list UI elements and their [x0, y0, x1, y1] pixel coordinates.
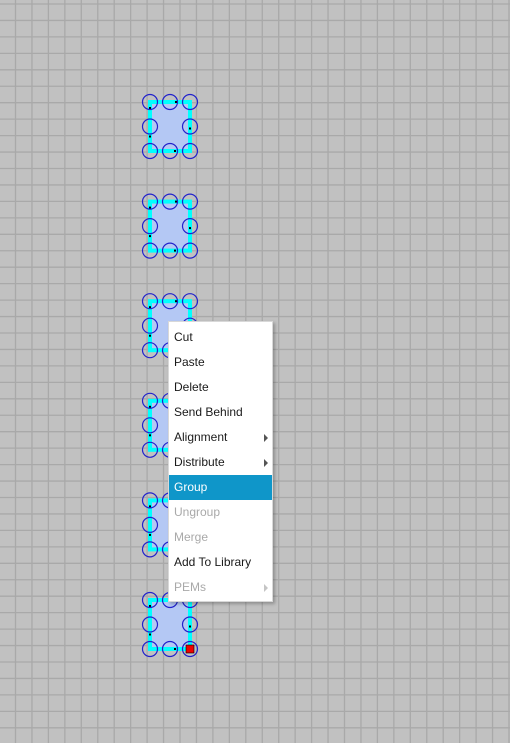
- menu-item-label: Paste: [174, 355, 205, 369]
- outline-dot: [189, 127, 191, 130]
- menu-item-send-behind[interactable]: Send Behind: [169, 400, 272, 425]
- outline-dot: [149, 306, 151, 309]
- menu-item-alignment[interactable]: Alignment: [169, 425, 272, 450]
- menu-item-label: Ungroup: [174, 505, 221, 519]
- outline-dot: [189, 625, 191, 628]
- selected-shape[interactable]: [141, 93, 199, 160]
- menu-item-label: PEMs: [174, 580, 207, 594]
- menu-item-pems: PEMs: [169, 575, 272, 600]
- outline-dot: [149, 135, 151, 138]
- submenu-arrow-icon: [264, 459, 268, 467]
- outline-dot: [174, 150, 176, 152]
- active-handle-marker[interactable]: [185, 644, 195, 654]
- outline-dot: [149, 505, 151, 508]
- outline-dot: [174, 648, 176, 650]
- menu-item-label: Delete: [174, 380, 209, 394]
- outline-dot: [149, 235, 151, 238]
- menu-item-label: Send Behind: [174, 405, 243, 419]
- outline-dot: [149, 605, 151, 607]
- menu-item-ungroup: Ungroup: [169, 500, 272, 525]
- menu-item-distribute[interactable]: Distribute: [169, 450, 272, 475]
- menu-item-label: Cut: [174, 330, 193, 344]
- menu-item-label: Distribute: [174, 455, 225, 469]
- submenu-arrow-icon: [264, 584, 268, 592]
- selected-shape[interactable]: [141, 591, 199, 658]
- menu-item-add-to-library[interactable]: Add To Library: [169, 550, 272, 575]
- outline-dot: [174, 249, 176, 252]
- outline-dot: [149, 334, 151, 337]
- outline-dot: [175, 101, 177, 103]
- outline-dot: [149, 107, 151, 109]
- menu-item-label: Group: [174, 480, 208, 494]
- context-menu: Cut Paste Delete Send Behind Alignment D…: [168, 321, 273, 602]
- menu-item-group[interactable]: Group: [169, 475, 272, 500]
- outline-dot: [175, 300, 177, 303]
- menu-item-label: Alignment: [174, 430, 228, 444]
- outline-dot: [149, 206, 151, 209]
- menu-item-paste[interactable]: Paste: [169, 350, 272, 375]
- menu-item-merge: Merge: [169, 525, 272, 550]
- submenu-arrow-icon: [264, 434, 268, 442]
- menu-item-label: Add To Library: [174, 555, 252, 569]
- outline-dot: [189, 227, 191, 230]
- selected-shape[interactable]: [141, 193, 199, 259]
- menu-item-delete[interactable]: Delete: [169, 375, 272, 400]
- outline-dot: [149, 533, 151, 536]
- menu-item-label: Merge: [174, 530, 209, 544]
- menu-item-cut[interactable]: Cut: [169, 325, 272, 350]
- outline-dot: [175, 200, 177, 203]
- outline-dot: [149, 633, 151, 636]
- outline-dot: [149, 434, 151, 437]
- outline-dot: [149, 405, 151, 408]
